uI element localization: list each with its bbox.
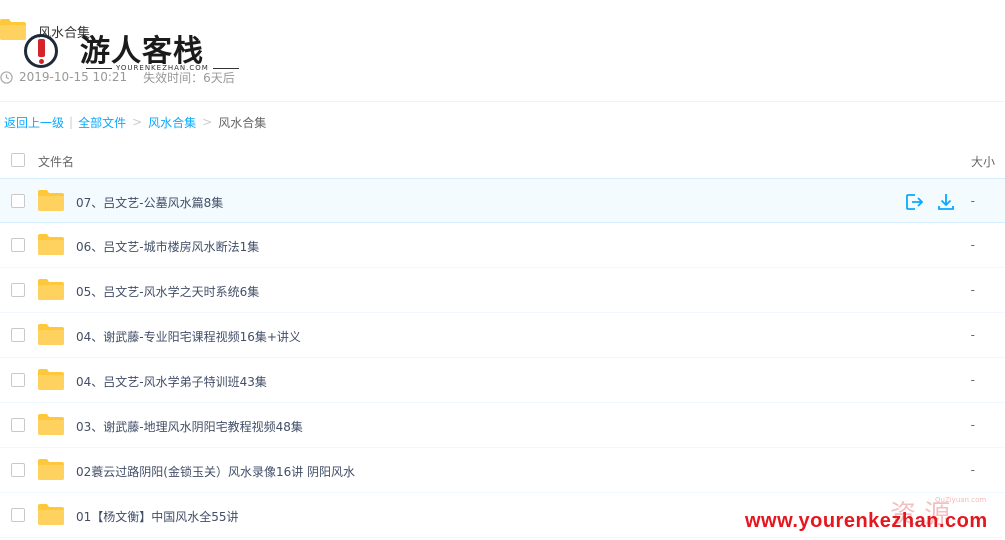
file-name[interactable]: 03、谢武藤-地理风水阴阳宅教程视频48集	[76, 418, 303, 435]
file-size: -	[970, 418, 975, 432]
column-header-name[interactable]: 文件名	[38, 153, 74, 170]
breadcrumb-level1-link[interactable]: 风水合集	[148, 114, 196, 131]
breadcrumb-all-files-link[interactable]: 全部文件	[78, 114, 126, 131]
folder-icon[interactable]	[38, 233, 64, 255]
breadcrumb-current: 风水合集	[218, 115, 267, 130]
file-row[interactable]: 06、吕文艺-城市楼房风水断法1集 -	[0, 223, 1005, 268]
file-row[interactable]: 07、吕文艺-公墓风水篇8集 -	[0, 178, 1005, 223]
file-name[interactable]: 07、吕文艺-公墓风水篇8集	[76, 194, 223, 211]
row-checkbox[interactable]	[11, 508, 25, 522]
file-size: -	[970, 194, 975, 208]
file-name[interactable]: 02蓑云过路阴阳(金锁玉关）风水录像16讲 阴阳风水	[76, 463, 355, 480]
breadcrumb-back-link[interactable]: 返回上一级	[4, 114, 64, 131]
file-name[interactable]: 01【杨文衡】中国风水全55讲	[76, 508, 239, 525]
folder-icon[interactable]	[38, 413, 64, 435]
breadcrumb-divider: |	[69, 115, 74, 129]
watermark-quziyuan: QuZiyuan.com	[935, 496, 987, 504]
file-size: -	[970, 373, 975, 387]
share-header: 风水合集 游人客栈 YOURENKEZHAN.COM 2019-10-15 10…	[0, 0, 1005, 102]
file-row[interactable]: 05、吕文艺-风水学之天时系统6集 -	[0, 268, 1005, 313]
row-checkbox[interactable]	[11, 463, 25, 477]
folder-icon[interactable]	[38, 458, 64, 480]
folder-icon[interactable]	[38, 278, 64, 300]
file-list-header: 文件名 大小	[0, 142, 1005, 178]
select-all-checkbox[interactable]	[11, 153, 25, 167]
breadcrumb-chevron-icon: >	[132, 115, 143, 129]
file-size: -	[970, 238, 975, 252]
file-size: -	[970, 463, 975, 477]
save-to-drive-icon[interactable]	[904, 192, 924, 212]
expire-time: 失效时间：6天后	[143, 70, 235, 85]
watermark-logo-mark-icon	[24, 34, 58, 68]
file-size: -	[970, 328, 975, 342]
file-row[interactable]: 04、谢武藤-专业阳宅课程视频16集+讲义 -	[0, 313, 1005, 358]
row-checkbox[interactable]	[11, 194, 25, 208]
share-meta: 2019-10-15 10:21 失效时间：6天后	[0, 69, 235, 85]
file-list: 07、吕文艺-公墓风水篇8集 - 06、吕文艺-城市楼房风水断法1集 - 05、…	[0, 178, 1005, 538]
file-name[interactable]: 04、吕文艺-风水学弟子特训班43集	[76, 373, 267, 390]
folder-icon[interactable]	[38, 368, 64, 390]
row-actions	[904, 192, 956, 212]
row-checkbox[interactable]	[11, 283, 25, 297]
row-checkbox[interactable]	[11, 238, 25, 252]
file-name[interactable]: 06、吕文艺-城市楼房风水断法1集	[76, 238, 259, 255]
folder-icon[interactable]	[38, 503, 64, 525]
file-row[interactable]: 02蓑云过路阴阳(金锁玉关）风水录像16讲 阴阳风水 -	[0, 448, 1005, 493]
column-header-size[interactable]: 大小	[971, 153, 995, 170]
breadcrumb-chevron-icon: >	[202, 115, 213, 129]
row-checkbox[interactable]	[11, 418, 25, 432]
clock-icon	[0, 70, 13, 84]
row-checkbox[interactable]	[11, 328, 25, 342]
file-name[interactable]: 05、吕文艺-风水学之天时系统6集	[76, 283, 259, 300]
breadcrumb: 返回上一级 | 全部文件 > 风水合集 > 风水合集	[4, 114, 266, 130]
file-name[interactable]: 04、谢武藤-专业阳宅课程视频16集+讲义	[76, 328, 301, 345]
file-size: -	[970, 283, 975, 297]
created-time: 2019-10-15 10:21	[19, 70, 128, 84]
download-icon[interactable]	[936, 192, 956, 212]
file-row[interactable]: 04、吕文艺-风水学弟子特训班43集 -	[0, 358, 1005, 403]
folder-icon[interactable]	[38, 323, 64, 345]
folder-icon[interactable]	[38, 189, 64, 211]
file-row[interactable]: 03、谢武藤-地理风水阴阳宅教程视频48集 -	[0, 403, 1005, 448]
row-checkbox[interactable]	[11, 373, 25, 387]
watermark-url: www.yourenkezhan.com	[745, 510, 988, 532]
